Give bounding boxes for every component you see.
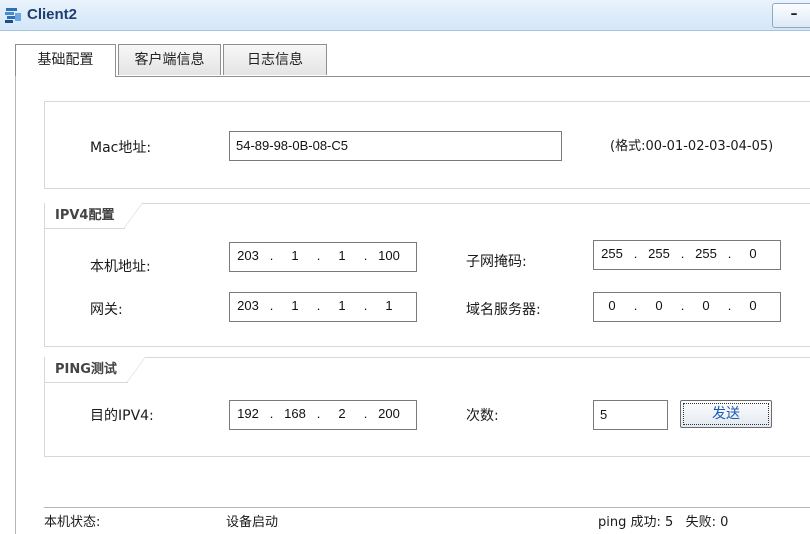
mac-group: Mac地址: 54-89-98-0B-08-C5 (格式:00-01-02-03… xyxy=(44,101,810,189)
dns-server-input[interactable]: 0. 0. 0. 0 xyxy=(593,292,781,322)
tab-log-info[interactable]: 日志信息 xyxy=(223,44,327,75)
panel-border xyxy=(15,76,16,534)
client-app-icon xyxy=(5,8,21,23)
dns-server-label: 域名服务器: xyxy=(466,302,541,318)
minimize-button[interactable]: – xyxy=(772,3,810,28)
target-ipv4-label: 目的IPV4: xyxy=(90,408,154,424)
ping-group-title: PING测试 xyxy=(45,357,145,383)
host-status-label: 本机状态: xyxy=(44,515,101,530)
tab-basic-config[interactable]: 基础配置 xyxy=(15,44,116,77)
host-address-label: 本机地址: xyxy=(90,259,151,275)
tab-client-info[interactable]: 客户端信息 xyxy=(118,44,221,75)
title-bar: Client2 – xyxy=(0,0,810,31)
ipv4-group-title: IPV4配置 xyxy=(45,203,144,229)
mac-address-input[interactable]: 54-89-98-0B-08-C5 xyxy=(229,131,562,161)
mac-label: Mac地址: xyxy=(90,140,152,156)
ping-group: PING测试 目的IPV4: 192. 168. 2. 200 次数: 5 发送 xyxy=(44,357,810,457)
ipv4-group: IPV4配置 本机地址: 203. 1. 1. 100 子网掩码: 255. 2… xyxy=(44,203,810,347)
host-status-value: 设备启动 xyxy=(226,515,279,530)
subnet-mask-input[interactable]: 255. 255. 255. 0 xyxy=(593,240,781,270)
mac-format-hint: (格式:00-01-02-03-04-05) xyxy=(610,139,774,154)
gateway-input[interactable]: 203. 1. 1. 1 xyxy=(229,292,417,322)
window-title: Client2 xyxy=(27,6,78,23)
target-ipv4-input[interactable]: 192. 168. 2. 200 xyxy=(229,400,417,430)
subnet-mask-label: 子网掩码: xyxy=(466,254,527,270)
ping-count-input[interactable]: 5 xyxy=(593,400,668,430)
status-divider xyxy=(44,507,810,508)
host-address-input[interactable]: 203. 1. 1. 100 xyxy=(229,242,417,272)
ping-result-summary: ping 成功: 5 失败: 0 xyxy=(598,515,729,530)
gateway-label: 网关: xyxy=(90,302,123,318)
ping-count-label: 次数: xyxy=(466,408,499,424)
send-button[interactable]: 发送 xyxy=(680,400,772,428)
